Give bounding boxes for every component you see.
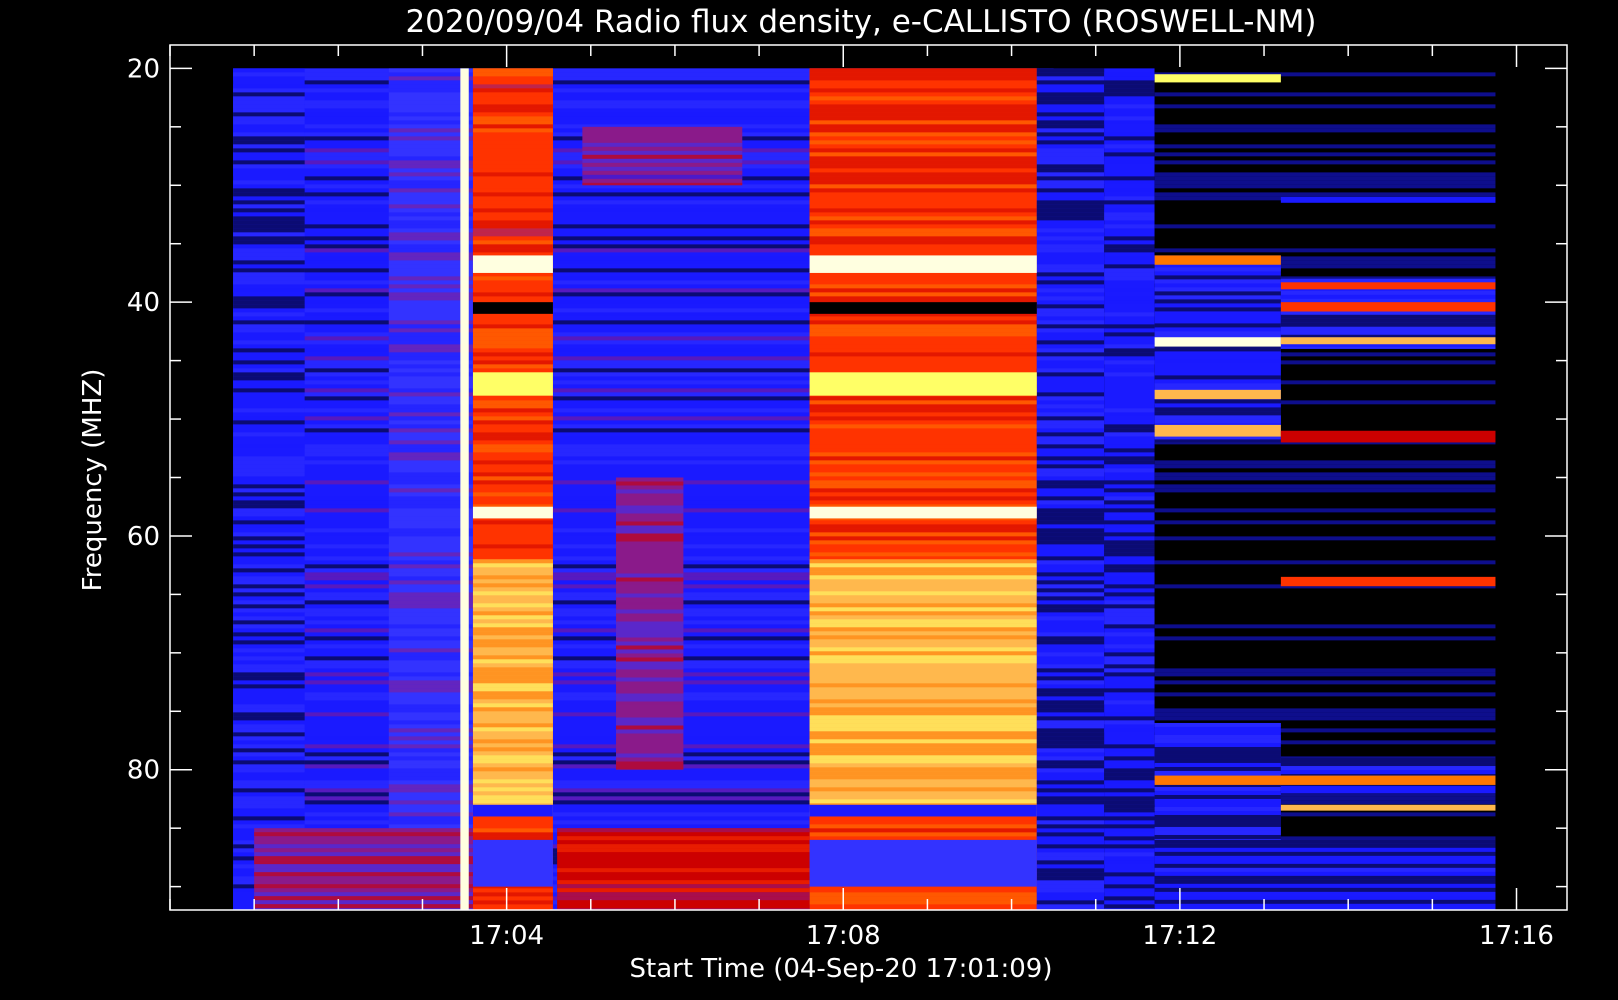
x-tick-label: 17:08 (806, 921, 881, 951)
x-tick-label: 17:04 (469, 921, 544, 951)
spectrogram-region (809, 68, 1037, 256)
spectrogram-region (557, 828, 810, 910)
x-axis-title: Start Time (04-Sep-20 17:01:09) (630, 954, 1053, 984)
spectrogram-band (809, 506, 1037, 519)
spectrogram-band (460, 68, 469, 911)
y-tick-label: 60 (127, 522, 160, 552)
spectrogram-band (472, 506, 553, 519)
spectrogram-band (1280, 302, 1496, 312)
y-tick-label: 20 (127, 54, 160, 84)
spectrogram-band (1154, 337, 1281, 347)
spectrogram-band (809, 255, 1037, 273)
spectrogram-region (254, 828, 473, 910)
spectrogram-band (1280, 337, 1496, 345)
spectrogram-region (472, 559, 553, 817)
spectrogram-band (472, 302, 553, 314)
spectrogram-band (809, 302, 1037, 314)
spectrogram-band (1154, 424, 1281, 437)
spectrogram-region (388, 68, 473, 911)
y-tick-label: 80 (127, 756, 160, 786)
spectrogram-band (1280, 196, 1496, 203)
spectrogram-band (472, 839, 553, 887)
spectrogram-chart: 2020/09/04 Radio flux density, e-CALLIST… (0, 0, 1618, 1000)
y-tick-label: 40 (127, 288, 160, 318)
spectrogram-band (809, 372, 1037, 396)
spectrogram-region (1036, 68, 1105, 911)
plot-area (233, 68, 1496, 911)
spectrogram-region (1154, 255, 1281, 443)
spectrogram-region (809, 559, 1037, 817)
y-axis-title: Frequency (MHZ) (78, 369, 108, 592)
spectrogram-band (1154, 74, 1281, 83)
spectrogram-region (1104, 68, 1155, 911)
x-tick-label: 17:12 (1142, 921, 1217, 951)
spectrogram-band (1280, 430, 1496, 443)
spectrogram-band (472, 255, 553, 273)
spectrogram-band (472, 804, 553, 817)
spectrogram-band (1154, 255, 1281, 265)
spectrogram-region (1154, 839, 1496, 910)
spectrogram-band (1280, 576, 1496, 587)
spectrogram-band (472, 372, 553, 396)
spectrogram-band (1280, 282, 1496, 290)
spectrogram-band (809, 839, 1037, 887)
chart-title: 2020/09/04 Radio flux density, e-CALLIST… (405, 4, 1316, 40)
spectrogram-region (616, 477, 684, 770)
spectrogram-band (809, 804, 1037, 817)
spectrogram-band (1154, 775, 1496, 785)
spectrogram-region (582, 126, 743, 186)
spectrogram-band (1280, 804, 1496, 811)
spectrogram-region (233, 68, 305, 911)
spectrogram-band (1154, 389, 1281, 400)
x-tick-label: 17:16 (1479, 921, 1554, 951)
spectrogram-region (472, 68, 553, 256)
